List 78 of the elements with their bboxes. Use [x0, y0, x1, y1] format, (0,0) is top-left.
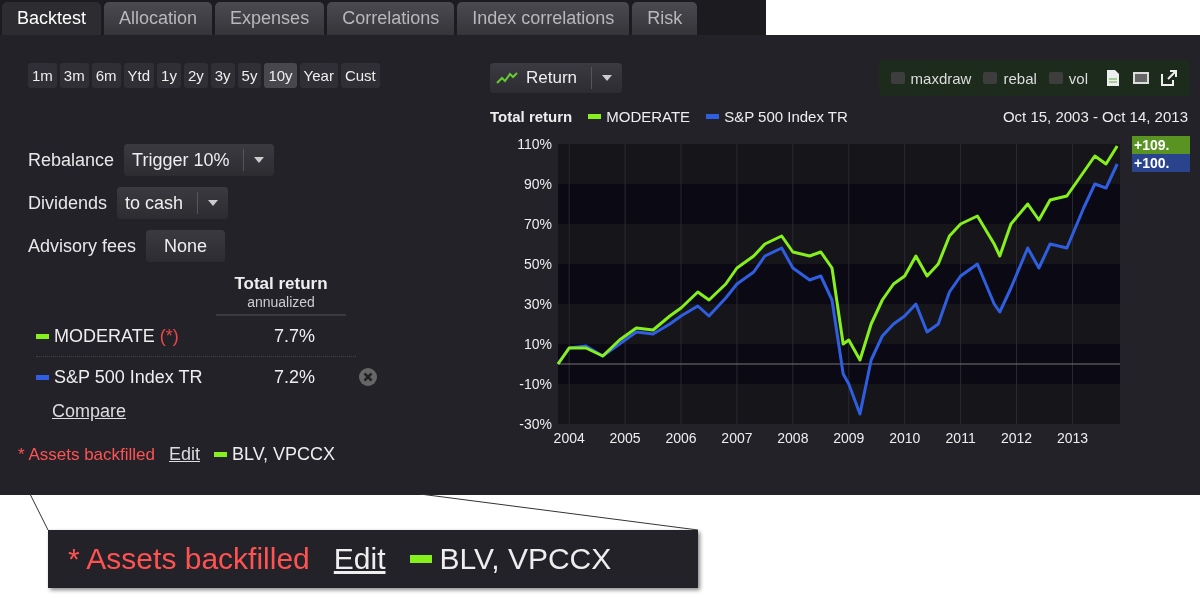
chart-mode-dropdown[interactable]: Return	[490, 63, 623, 93]
column-subheader: annualized	[247, 294, 315, 310]
external-link-icon[interactable]	[1160, 69, 1178, 87]
legend-label: MODERATE	[606, 108, 691, 125]
x-tick-label: 2013	[1056, 430, 1089, 446]
y-tick-label: 110%	[517, 136, 552, 152]
setting-label: Dividends	[28, 192, 108, 214]
column-header: Total return	[234, 274, 328, 294]
tab[interactable]: Allocation	[104, 2, 213, 35]
edit-link[interactable]: Edit	[169, 444, 201, 465]
range-button[interactable]: 3m	[59, 63, 89, 88]
date-range: Oct 15, 2003 - Oct 14, 2013	[1002, 108, 1188, 125]
setting-label: Advisory fees	[28, 235, 137, 257]
series-name: MODERATE	[54, 325, 155, 347]
y-tick-label: 10%	[523, 336, 552, 352]
range-button[interactable]: 10y	[264, 63, 297, 88]
asset-list: BLV, VPCCX	[232, 444, 336, 465]
asset-list: BLV, VPCCX	[439, 542, 612, 576]
range-button[interactable]: 6m	[91, 63, 121, 88]
y-tick-label: -30%	[519, 416, 552, 432]
caret-icon	[602, 75, 613, 81]
checkbox[interactable]	[890, 72, 905, 84]
range-button[interactable]: Cust	[340, 63, 380, 88]
x-tick-label: 2007	[721, 430, 753, 446]
checkbox-label: maxdraw	[910, 69, 972, 87]
backfill-note: (*)	[159, 325, 179, 347]
caret-icon	[208, 200, 219, 206]
x-tick-label: 2005	[609, 430, 641, 446]
y-tick-label: 90%	[523, 176, 552, 192]
y-tick-label: 30%	[523, 296, 552, 312]
tab[interactable]: Backtest	[2, 2, 102, 35]
x-tick-label: 2012	[1000, 430, 1033, 446]
end-value-label: +109.	[1132, 136, 1190, 154]
chart-title: Total return	[490, 108, 573, 125]
return-value: 7.7%	[274, 325, 316, 347]
document-icon[interactable]	[1104, 69, 1122, 87]
backfill-note: * Assets backfilled	[68, 542, 310, 576]
setting-dropdown[interactable]: Trigger 10%	[124, 144, 275, 176]
line-chart-icon	[496, 71, 518, 85]
x-tick-label: 2008	[777, 430, 809, 446]
setting-button[interactable]: None	[146, 230, 226, 262]
checkbox-label: vol	[1068, 69, 1088, 87]
range-button[interactable]: Ytd	[123, 63, 155, 88]
series-name: S&P 500 Index TR	[54, 366, 203, 388]
range-button[interactable]: 1m	[28, 63, 57, 88]
tab[interactable]: Correlations	[327, 2, 455, 35]
compare-link[interactable]: Compare	[52, 401, 127, 421]
legend-label: S&P 500 Index TR	[724, 108, 848, 125]
caret-icon	[254, 157, 265, 163]
setting-label: Rebalance	[28, 149, 115, 171]
checkbox-label: rebal	[1003, 69, 1037, 87]
legend-swatch	[706, 114, 720, 119]
y-tick-label: -10%	[519, 376, 552, 392]
range-button[interactable]: 1y	[157, 63, 181, 88]
y-tick-label: 50%	[523, 256, 552, 272]
x-tick-label: 2006	[665, 430, 697, 446]
backfill-note: * Assets backfilled	[18, 444, 155, 465]
setting-dropdown[interactable]: to cash	[117, 187, 229, 219]
range-button[interactable]: Year	[299, 63, 338, 88]
remove-icon[interactable]	[358, 367, 378, 387]
x-tick-label: 2009	[833, 430, 865, 446]
end-value-label: +100.	[1132, 154, 1190, 172]
range-button[interactable]: 2y	[183, 63, 208, 88]
tab[interactable]: Risk	[632, 2, 698, 35]
image-icon[interactable]	[1132, 69, 1150, 87]
return-value: 7.2%	[274, 366, 316, 388]
y-tick-label: 70%	[523, 216, 552, 232]
checkbox[interactable]	[1048, 72, 1063, 84]
x-tick-label: 2004	[553, 430, 585, 446]
edit-link[interactable]: Edit	[333, 542, 386, 576]
range-button[interactable]: 3y	[210, 63, 235, 88]
x-tick-label: 2010	[889, 430, 921, 446]
range-button[interactable]: 5y	[237, 63, 262, 88]
checkbox[interactable]	[983, 72, 998, 84]
tab[interactable]: Expenses	[215, 2, 325, 35]
legend-swatch	[588, 114, 602, 119]
tab[interactable]: Index correlations	[457, 2, 630, 35]
x-tick-label: 2011	[945, 430, 976, 446]
